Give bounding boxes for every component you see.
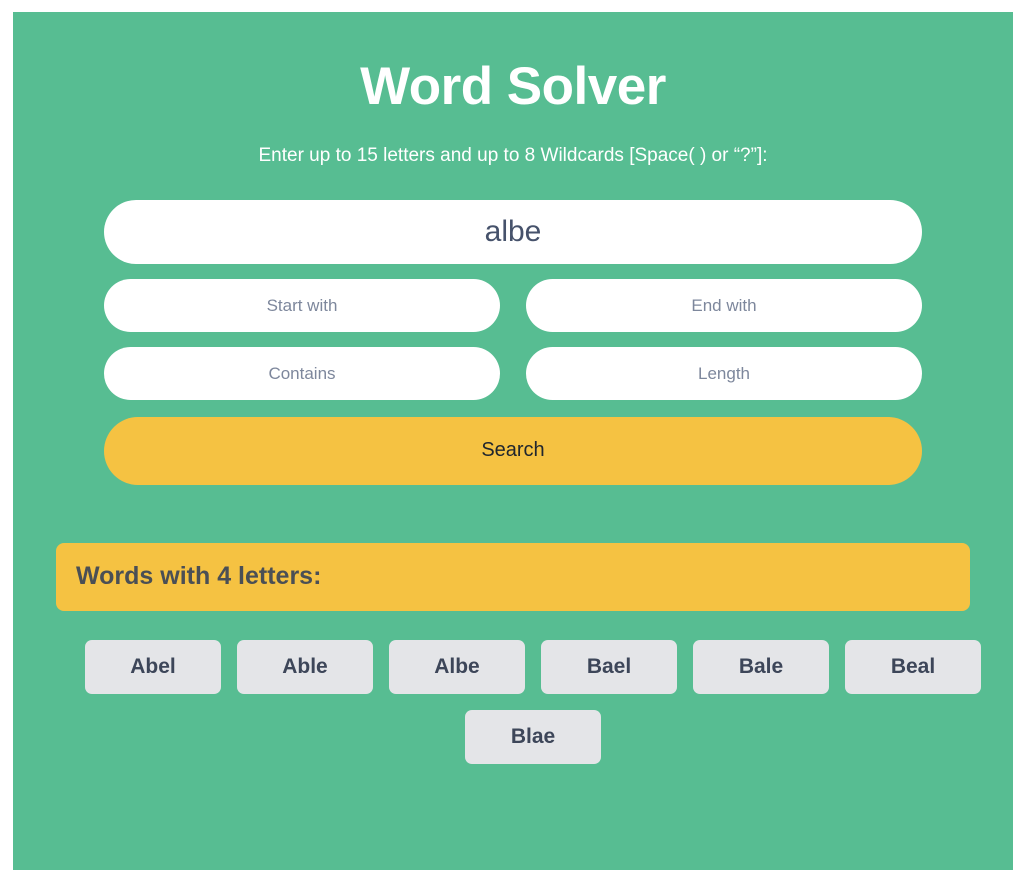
results-section: Words with 4 letters: Abel Able Albe Bael Ba…	[13, 485, 1013, 764]
word-solver-app: Word Solver Enter up to 15 letters and u…	[13, 12, 1013, 870]
filter-row-2	[104, 346, 922, 400]
word-chip[interactable]: Bale	[693, 639, 829, 694]
end-with-input[interactable]	[526, 278, 922, 332]
word-chip[interactable]: Able	[237, 639, 373, 694]
word-chip[interactable]: Abel	[85, 639, 221, 694]
results-heading: Words with 4 letters:	[56, 542, 970, 611]
length-input[interactable]	[526, 346, 922, 400]
page-title: Word Solver	[360, 57, 666, 116]
search-button[interactable]: Search	[104, 416, 922, 485]
letters-input[interactable]	[104, 199, 922, 264]
word-chip[interactable]: Beal	[845, 639, 981, 694]
filter-row-1	[104, 278, 922, 332]
word-chip[interactable]: Albe	[389, 639, 525, 694]
word-results-list: Abel Able Albe Bael Bale Beal Blae	[36, 611, 990, 764]
word-chip[interactable]: Bael	[541, 639, 677, 694]
instructions-text: Enter up to 15 letters and up to 8 Wildc…	[258, 144, 768, 166]
search-form: Search	[104, 167, 922, 485]
start-with-input[interactable]	[104, 278, 500, 332]
contains-input[interactable]	[104, 346, 500, 400]
word-chip[interactable]: Blae	[465, 709, 601, 764]
